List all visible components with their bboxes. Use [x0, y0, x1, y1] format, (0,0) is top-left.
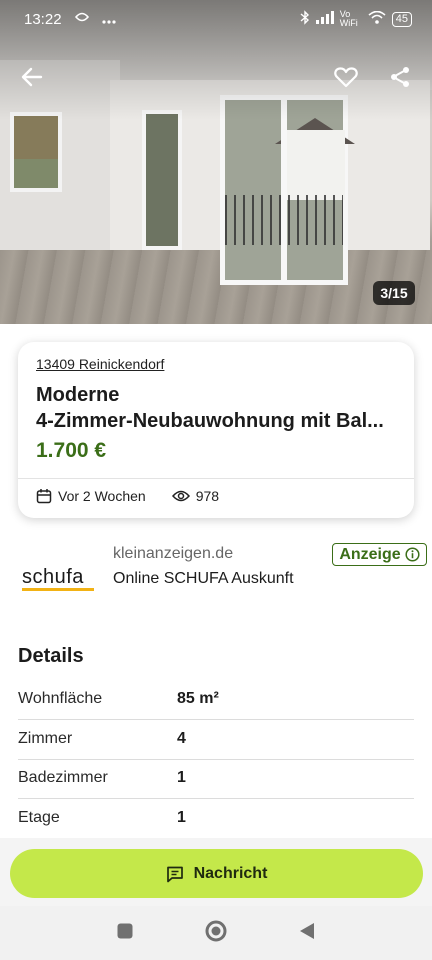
detail-value: 1 — [177, 769, 186, 786]
status-bar: 13:22 Vo WiFi 45 — [0, 0, 432, 38]
listing-title-line2: 4-Zimmer-Neubauwohnung mit Bal... — [36, 410, 384, 432]
photo-house — [281, 130, 345, 200]
detail-label: Badezimmer — [18, 769, 108, 786]
detail-label: Wohnfläche — [18, 690, 103, 707]
photo-door-frame — [281, 100, 287, 280]
schufa-logo[interactable]: schufa — [22, 566, 96, 592]
eye-icon — [171, 490, 190, 502]
detail-label: Zimmer — [18, 730, 73, 747]
signal-icon — [315, 11, 334, 27]
ad-badge-label: Anzeige — [339, 545, 401, 563]
location-link[interactable]: 13409 Reinickendorf — [36, 356, 164, 372]
posted-date: Vor 2 Wochen — [58, 488, 146, 504]
listing-price: 1.700 € — [36, 439, 107, 462]
ad-badge[interactable]: Anzeige — [332, 543, 427, 566]
photo-balcony-door — [220, 95, 355, 285]
schufa-logo-text: schufa — [22, 566, 84, 588]
schufa-logo-bar — [22, 588, 94, 591]
listing-summary-card: 13409 Reinickendorf Moderne 4-Zimmer-Neu… — [18, 342, 414, 518]
notification-icon — [74, 10, 90, 28]
message-button-label: Nachricht — [193, 864, 268, 882]
heart-icon — [334, 67, 358, 88]
message-button[interactable]: Nachricht — [10, 849, 423, 898]
message-icon — [166, 866, 183, 882]
more-notifications-icon — [101, 11, 116, 28]
listing-title: Moderne 4-Zimmer-Neubauwohnung mit Bal..… — [36, 382, 398, 434]
detail-row-area: Wohnfläche 85 m² — [18, 680, 414, 720]
detail-value: 1 — [177, 809, 186, 826]
share-icon — [391, 67, 409, 87]
detail-row-bathrooms: Badezimmer 1 — [18, 759, 414, 799]
battery-indicator: 45 — [391, 11, 412, 27]
details-heading: Details — [18, 645, 84, 667]
arrow-left-icon — [21, 67, 43, 87]
photo-tree — [14, 116, 58, 160]
network-label: Vo WiFi — [339, 9, 358, 28]
listing-title-line1: Moderne — [36, 384, 120, 406]
back-nav-button[interactable] — [299, 922, 315, 945]
detail-value: 4 — [177, 730, 186, 747]
detail-label: Etage — [18, 809, 60, 826]
detail-value: 85 m² — [177, 690, 219, 707]
view-count: 978 — [195, 488, 220, 504]
back-button[interactable] — [14, 59, 50, 95]
detail-row-rooms: Zimmer 4 — [18, 720, 414, 760]
listing-meta: Vor 2 Wochen 978 — [36, 488, 219, 504]
wifi-icon — [368, 10, 386, 27]
card-divider — [18, 478, 414, 479]
home-button[interactable] — [205, 920, 227, 947]
detail-row-floor: Etage 1 — [18, 799, 414, 839]
recents-button[interactable] — [117, 923, 133, 944]
photo-door — [142, 110, 182, 250]
listing-photo[interactable]: 13:22 Vo WiFi 45 3/15 — [0, 0, 432, 324]
triangle-back-icon — [300, 922, 314, 939]
favorite-button[interactable] — [328, 59, 364, 95]
photo-window — [10, 112, 62, 192]
status-time: 13:22 — [24, 10, 62, 28]
circle-icon — [205, 920, 227, 941]
system-nav-bar — [0, 906, 432, 960]
share-button[interactable] — [382, 59, 418, 95]
bluetooth-icon — [300, 10, 310, 28]
photo-counter: 3/15 — [373, 281, 415, 305]
ad-domain[interactable]: kleinanzeigen.de — [113, 545, 233, 563]
calendar-icon — [36, 489, 52, 504]
info-icon — [405, 547, 420, 562]
photo-floor — [0, 250, 432, 324]
square-icon — [117, 923, 133, 938]
ad-title[interactable]: Online SCHUFA Auskunft — [113, 570, 294, 588]
